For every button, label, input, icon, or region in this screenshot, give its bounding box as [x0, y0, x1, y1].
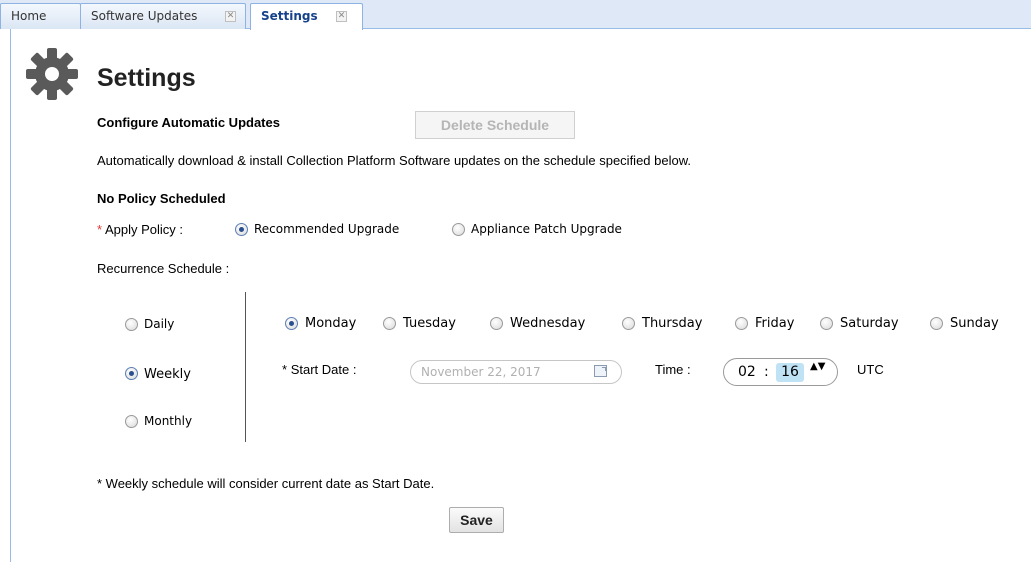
time-separator: : [764, 364, 769, 380]
day-label: Wednesday [510, 316, 586, 331]
tab-settings[interactable]: Settings ✕ [250, 3, 363, 30]
weekly-note: * Weekly schedule will consider current … [97, 476, 435, 491]
tab-software-updates[interactable]: Software Updates ✕ [80, 3, 246, 29]
radio-label: Daily [144, 317, 175, 331]
calendar-icon[interactable] [594, 365, 607, 377]
radio-label: Monthly [144, 414, 193, 428]
time-label: Time : [655, 362, 691, 377]
time-spinner[interactable]: 02 : 16 ▲▼ [723, 358, 838, 386]
radio-daily[interactable] [125, 318, 138, 331]
start-date-field[interactable]: November 22, 2017 [410, 360, 622, 384]
delete-schedule-button[interactable]: Delete Schedule [415, 111, 575, 139]
description-text: Automatically download & install Collect… [97, 153, 692, 168]
tab-label: Settings [261, 9, 318, 23]
required-marker: * [97, 222, 103, 237]
day-label: Monday [305, 316, 357, 331]
radio-label: Appliance Patch Upgrade [471, 222, 622, 236]
apply-policy-label: * Apply Policy : [97, 222, 184, 237]
tab-home[interactable]: Home [0, 3, 81, 29]
divider [245, 292, 246, 442]
time-hour[interactable]: 02 [738, 364, 756, 380]
radio-recommended-upgrade[interactable] [235, 223, 248, 236]
radio-label: Weekly [144, 367, 191, 382]
tab-bar: Home Software Updates ✕ Settings ✕ [0, 0, 1031, 30]
tab-label: Home [11, 9, 47, 23]
page-title: Settings [97, 64, 196, 92]
radio-monthly[interactable] [125, 415, 138, 428]
close-icon[interactable]: ✕ [225, 11, 236, 22]
gear-icon [26, 48, 78, 100]
radio-day-saturday[interactable] [820, 317, 833, 330]
recurrence-label: Recurrence Schedule : [97, 261, 230, 276]
panel-border [10, 29, 11, 562]
day-label: Saturday [840, 316, 899, 331]
up-down-arrows-icon[interactable]: ▲▼ [810, 362, 825, 372]
radio-day-wednesday[interactable] [490, 317, 503, 330]
radio-day-thursday[interactable] [622, 317, 635, 330]
section-title: Configure Automatic Updates [97, 115, 280, 130]
start-date-label: * Start Date : [282, 362, 357, 377]
radio-weekly[interactable] [125, 367, 138, 380]
radio-day-monday[interactable] [285, 317, 298, 330]
day-label: Thursday [642, 316, 703, 331]
radio-day-tuesday[interactable] [383, 317, 396, 330]
radio-day-sunday[interactable] [930, 317, 943, 330]
close-icon[interactable]: ✕ [336, 11, 347, 22]
policy-status: No Policy Scheduled [97, 191, 226, 206]
day-label: Friday [755, 316, 795, 331]
tab-label: Software Updates [91, 9, 198, 23]
radio-day-friday[interactable] [735, 317, 748, 330]
radio-appliance-patch-upgrade[interactable] [452, 223, 465, 236]
day-label: Sunday [950, 316, 999, 331]
day-label: Tuesday [403, 316, 456, 331]
save-button[interactable]: Save [449, 507, 504, 533]
radio-label: Recommended Upgrade [254, 222, 400, 236]
start-date-value: November 22, 2017 [421, 365, 541, 379]
time-minute[interactable]: 16 [776, 363, 804, 382]
timezone-label: UTC [857, 362, 884, 377]
